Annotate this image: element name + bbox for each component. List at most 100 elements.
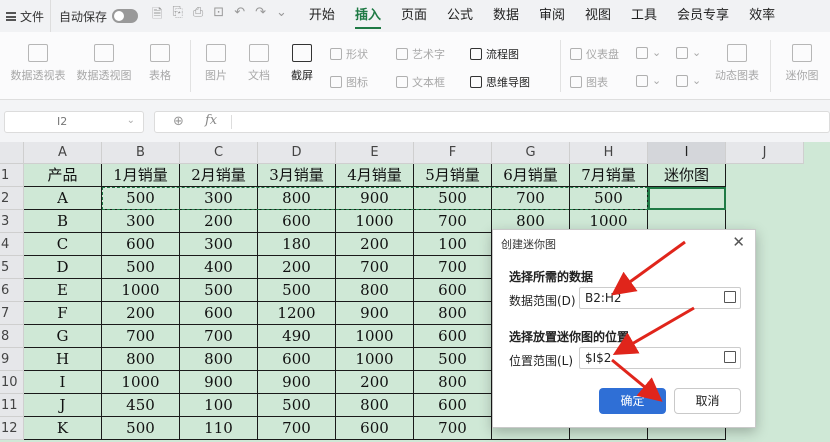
icon-button[interactable]: 图标 <box>330 74 368 90</box>
row-header-2[interactable]: 2 <box>0 187 24 210</box>
header-cell[interactable]: 产品 <box>24 164 102 187</box>
column-header-e[interactable]: E <box>336 142 414 164</box>
table-cell[interactable]: 200 <box>258 256 336 279</box>
table-cell[interactable]: 600 <box>258 348 336 371</box>
table-cell[interactable]: 1200 <box>258 302 336 325</box>
table-cell[interactable]: 900 <box>258 371 336 394</box>
table-cell[interactable]: I <box>24 371 102 394</box>
flowchart-button[interactable]: 流程图 <box>470 46 519 62</box>
row-header-9[interactable]: 9 <box>0 348 24 371</box>
table-cell[interactable]: 1000 <box>336 325 414 348</box>
mindmap-button[interactable]: 思维导图 <box>470 74 530 90</box>
wordart-button[interactable]: 艺术字 <box>396 46 445 62</box>
table-cell[interactable]: 200 <box>180 210 258 233</box>
table-cell[interactable]: 800 <box>414 302 492 325</box>
table-cell[interactable]: 500 <box>180 279 258 302</box>
row-header-12[interactable]: 12 <box>0 417 24 440</box>
column-header-b[interactable]: B <box>102 142 180 164</box>
header-cell[interactable]: 2月销量 <box>180 164 258 187</box>
picture-button[interactable]: 图片 <box>196 44 236 83</box>
table-cell[interactable]: 700 <box>414 210 492 233</box>
textbox-button[interactable]: 文本框 <box>396 74 445 90</box>
header-cell[interactable]: 7月销量 <box>570 164 648 187</box>
print-icon[interactable]: ⎙ <box>193 5 203 27</box>
document-button[interactable]: 文档 <box>242 44 276 83</box>
redo-icon[interactable]: ↷ <box>255 5 266 27</box>
shape-button[interactable]: 形状 <box>330 46 368 62</box>
select-all-corner[interactable] <box>0 142 24 164</box>
header-cell[interactable]: 1月销量 <box>102 164 180 187</box>
header-cell[interactable]: 4月销量 <box>336 164 414 187</box>
table-cell[interactable]: 600 <box>336 417 414 440</box>
table-cell[interactable]: 300 <box>180 233 258 256</box>
column-header-f[interactable]: F <box>414 142 492 164</box>
pivot-chart-button[interactable]: 数据透视图 <box>74 44 134 83</box>
range-picker-icon[interactable] <box>724 351 736 363</box>
screenshot-button[interactable]: 截屏 <box>282 44 322 83</box>
table-cell[interactable]: 200 <box>102 302 180 325</box>
table-cell[interactable]: 800 <box>102 348 180 371</box>
table-cell[interactable]: 800 <box>414 371 492 394</box>
table-cell[interactable]: 900 <box>336 302 414 325</box>
table-cell[interactable]: 500 <box>102 417 180 440</box>
table-cell[interactable]: 500 <box>258 279 336 302</box>
tab-review[interactable]: 审阅 <box>529 0 575 32</box>
range-picker-icon[interactable] <box>724 291 736 303</box>
table-cell[interactable]: 600 <box>414 279 492 302</box>
table-cell[interactable]: 600 <box>180 302 258 325</box>
header-cell[interactable]: 5月销量 <box>414 164 492 187</box>
table-cell[interactable]: C <box>24 233 102 256</box>
table-button[interactable]: 表格 <box>140 44 180 83</box>
column-header-j[interactable]: J <box>726 142 804 164</box>
row-header-10[interactable]: 10 <box>0 371 24 394</box>
table-cell[interactable]: A <box>24 187 102 210</box>
table-cell[interactable]: 1000 <box>102 371 180 394</box>
pie-chart-dropdown[interactable]: ⌄ <box>636 74 661 87</box>
table-cell[interactable]: 400 <box>180 256 258 279</box>
tab-insert[interactable]: 插入 <box>345 0 391 32</box>
table-cell[interactable]: 700 <box>414 417 492 440</box>
tab-page[interactable]: 页面 <box>391 0 437 32</box>
table-cell[interactable]: 1000 <box>102 279 180 302</box>
header-cell[interactable]: 3月销量 <box>258 164 336 187</box>
line-chart-dropdown[interactable]: ⌄ <box>676 46 701 59</box>
table-cell[interactable]: D <box>24 256 102 279</box>
column-header-g[interactable]: G <box>492 142 570 164</box>
name-box[interactable]: I2 ⌄ <box>4 111 144 133</box>
save-icon[interactable]: 🗎 <box>152 5 162 27</box>
row-header-8[interactable]: 8 <box>0 325 24 348</box>
column-header-i[interactable]: I <box>648 142 726 164</box>
table-cell[interactable]: 200 <box>336 233 414 256</box>
tab-home[interactable]: 开始 <box>299 0 345 32</box>
table-cell[interactable]: 600 <box>258 210 336 233</box>
table-cell[interactable]: 490 <box>258 325 336 348</box>
row-header-1[interactable]: 1 <box>0 164 24 187</box>
row-header-3[interactable]: 3 <box>0 210 24 233</box>
chevron-down-icon[interactable]: ⌄ <box>276 5 287 27</box>
column-header-d[interactable]: D <box>258 142 336 164</box>
tab-tools[interactable]: 工具 <box>621 0 667 32</box>
column-header-h[interactable]: H <box>570 142 648 164</box>
scatter-chart-dropdown[interactable]: ⌄ <box>676 74 701 87</box>
table-cell[interactable]: 500 <box>258 394 336 417</box>
table-cell[interactable]: 700 <box>414 256 492 279</box>
table-cell[interactable]: 110 <box>180 417 258 440</box>
table-cell[interactable]: E <box>24 279 102 302</box>
dynamic-chart-button[interactable]: 动态图表 <box>712 44 762 83</box>
table-cell[interactable]: 800 <box>180 348 258 371</box>
autosave-control[interactable]: 自动保存 <box>51 8 146 25</box>
tab-formula[interactable]: 公式 <box>437 0 483 32</box>
table-cell[interactable]: H <box>24 348 102 371</box>
pivot-table-button[interactable]: 数据透视表 <box>8 44 68 83</box>
table-cell[interactable]: 600 <box>102 233 180 256</box>
dashboard-button[interactable]: 仪表盘 <box>570 46 619 62</box>
zoom-icon[interactable]: ⊕ <box>173 114 184 129</box>
formula-input[interactable]: ⊕ fx <box>154 111 830 133</box>
file-menu[interactable]: 文件 <box>0 0 52 32</box>
undo-icon[interactable]: ↶ <box>234 5 245 27</box>
header-cell[interactable]: 6月销量 <box>492 164 570 187</box>
export-icon[interactable]: ⎘ <box>172 5 182 27</box>
row-header-4[interactable]: 4 <box>0 233 24 256</box>
table-cell[interactable]: K <box>24 417 102 440</box>
table-cell[interactable]: 300 <box>102 210 180 233</box>
